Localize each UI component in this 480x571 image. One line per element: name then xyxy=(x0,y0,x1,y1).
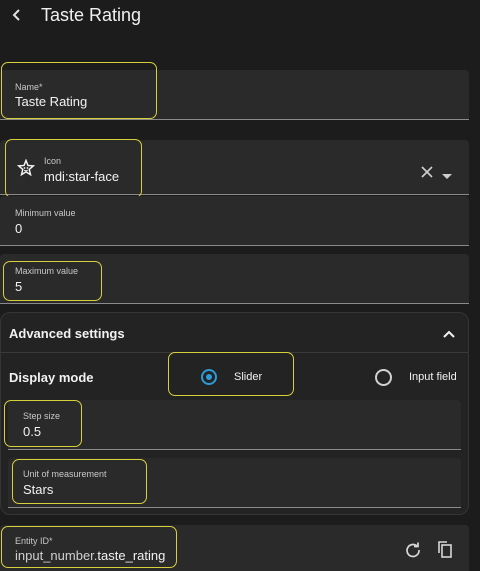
step-size-label: Step size xyxy=(23,411,61,421)
entity-id-suffix: taste_rating xyxy=(97,548,166,563)
icon-field[interactable]: Icon mdi:star-face xyxy=(0,140,469,195)
minimum-value-label: Minimum value xyxy=(15,208,76,218)
maximum-value-field[interactable]: Maximum value 5 xyxy=(0,254,469,304)
chevron-up-icon[interactable] xyxy=(441,326,457,342)
maximum-value-input: 5 xyxy=(15,279,23,294)
display-mode-label: Display mode xyxy=(9,370,94,385)
input-field-radio[interactable] xyxy=(375,369,392,386)
advanced-settings-title[interactable]: Advanced settings xyxy=(9,326,125,341)
name-field-label: Name* xyxy=(15,82,43,92)
divider xyxy=(1,352,468,353)
entity-id-field[interactable]: Entity ID* input_number.taste_rating xyxy=(0,525,469,571)
entity-id-prefix: input_number. xyxy=(15,548,98,563)
copy-icon[interactable] xyxy=(436,540,454,558)
caret-down-icon[interactable] xyxy=(441,168,453,179)
top-app-bar: Taste Rating xyxy=(0,0,480,30)
minimum-value-field[interactable]: Minimum value 0 xyxy=(0,196,469,246)
unit-of-measurement-input: Stars xyxy=(23,482,54,497)
star-face-icon xyxy=(16,158,36,177)
minimum-value-input: 0 xyxy=(15,221,23,236)
icon-field-label: Icon xyxy=(44,156,62,166)
slider-option-label[interactable]: Slider xyxy=(234,371,262,383)
step-size-input: 0.5 xyxy=(23,424,42,439)
entity-id-value: input_number.taste_rating xyxy=(15,548,165,563)
close-icon[interactable] xyxy=(420,165,434,179)
refresh-icon[interactable] xyxy=(404,541,422,559)
input-field-option-label[interactable]: Input field xyxy=(409,371,457,383)
unit-of-measurement-label: Unit of measurement xyxy=(23,469,107,479)
maximum-value-label: Maximum value xyxy=(15,266,79,276)
name-field-value: Taste Rating xyxy=(15,94,88,109)
page-title: Taste Rating xyxy=(41,5,142,25)
icon-field-value: mdi:star-face xyxy=(44,169,120,184)
name-field[interactable]: Name* Taste Rating xyxy=(0,70,469,120)
entity-id-label: Entity ID* xyxy=(15,536,53,546)
back-arrow-icon[interactable] xyxy=(10,6,24,24)
unit-of-measurement-field[interactable]: Unit of measurement Stars xyxy=(8,458,461,508)
step-size-field[interactable]: Step size 0.5 xyxy=(8,400,461,450)
slider-radio[interactable] xyxy=(201,369,217,385)
